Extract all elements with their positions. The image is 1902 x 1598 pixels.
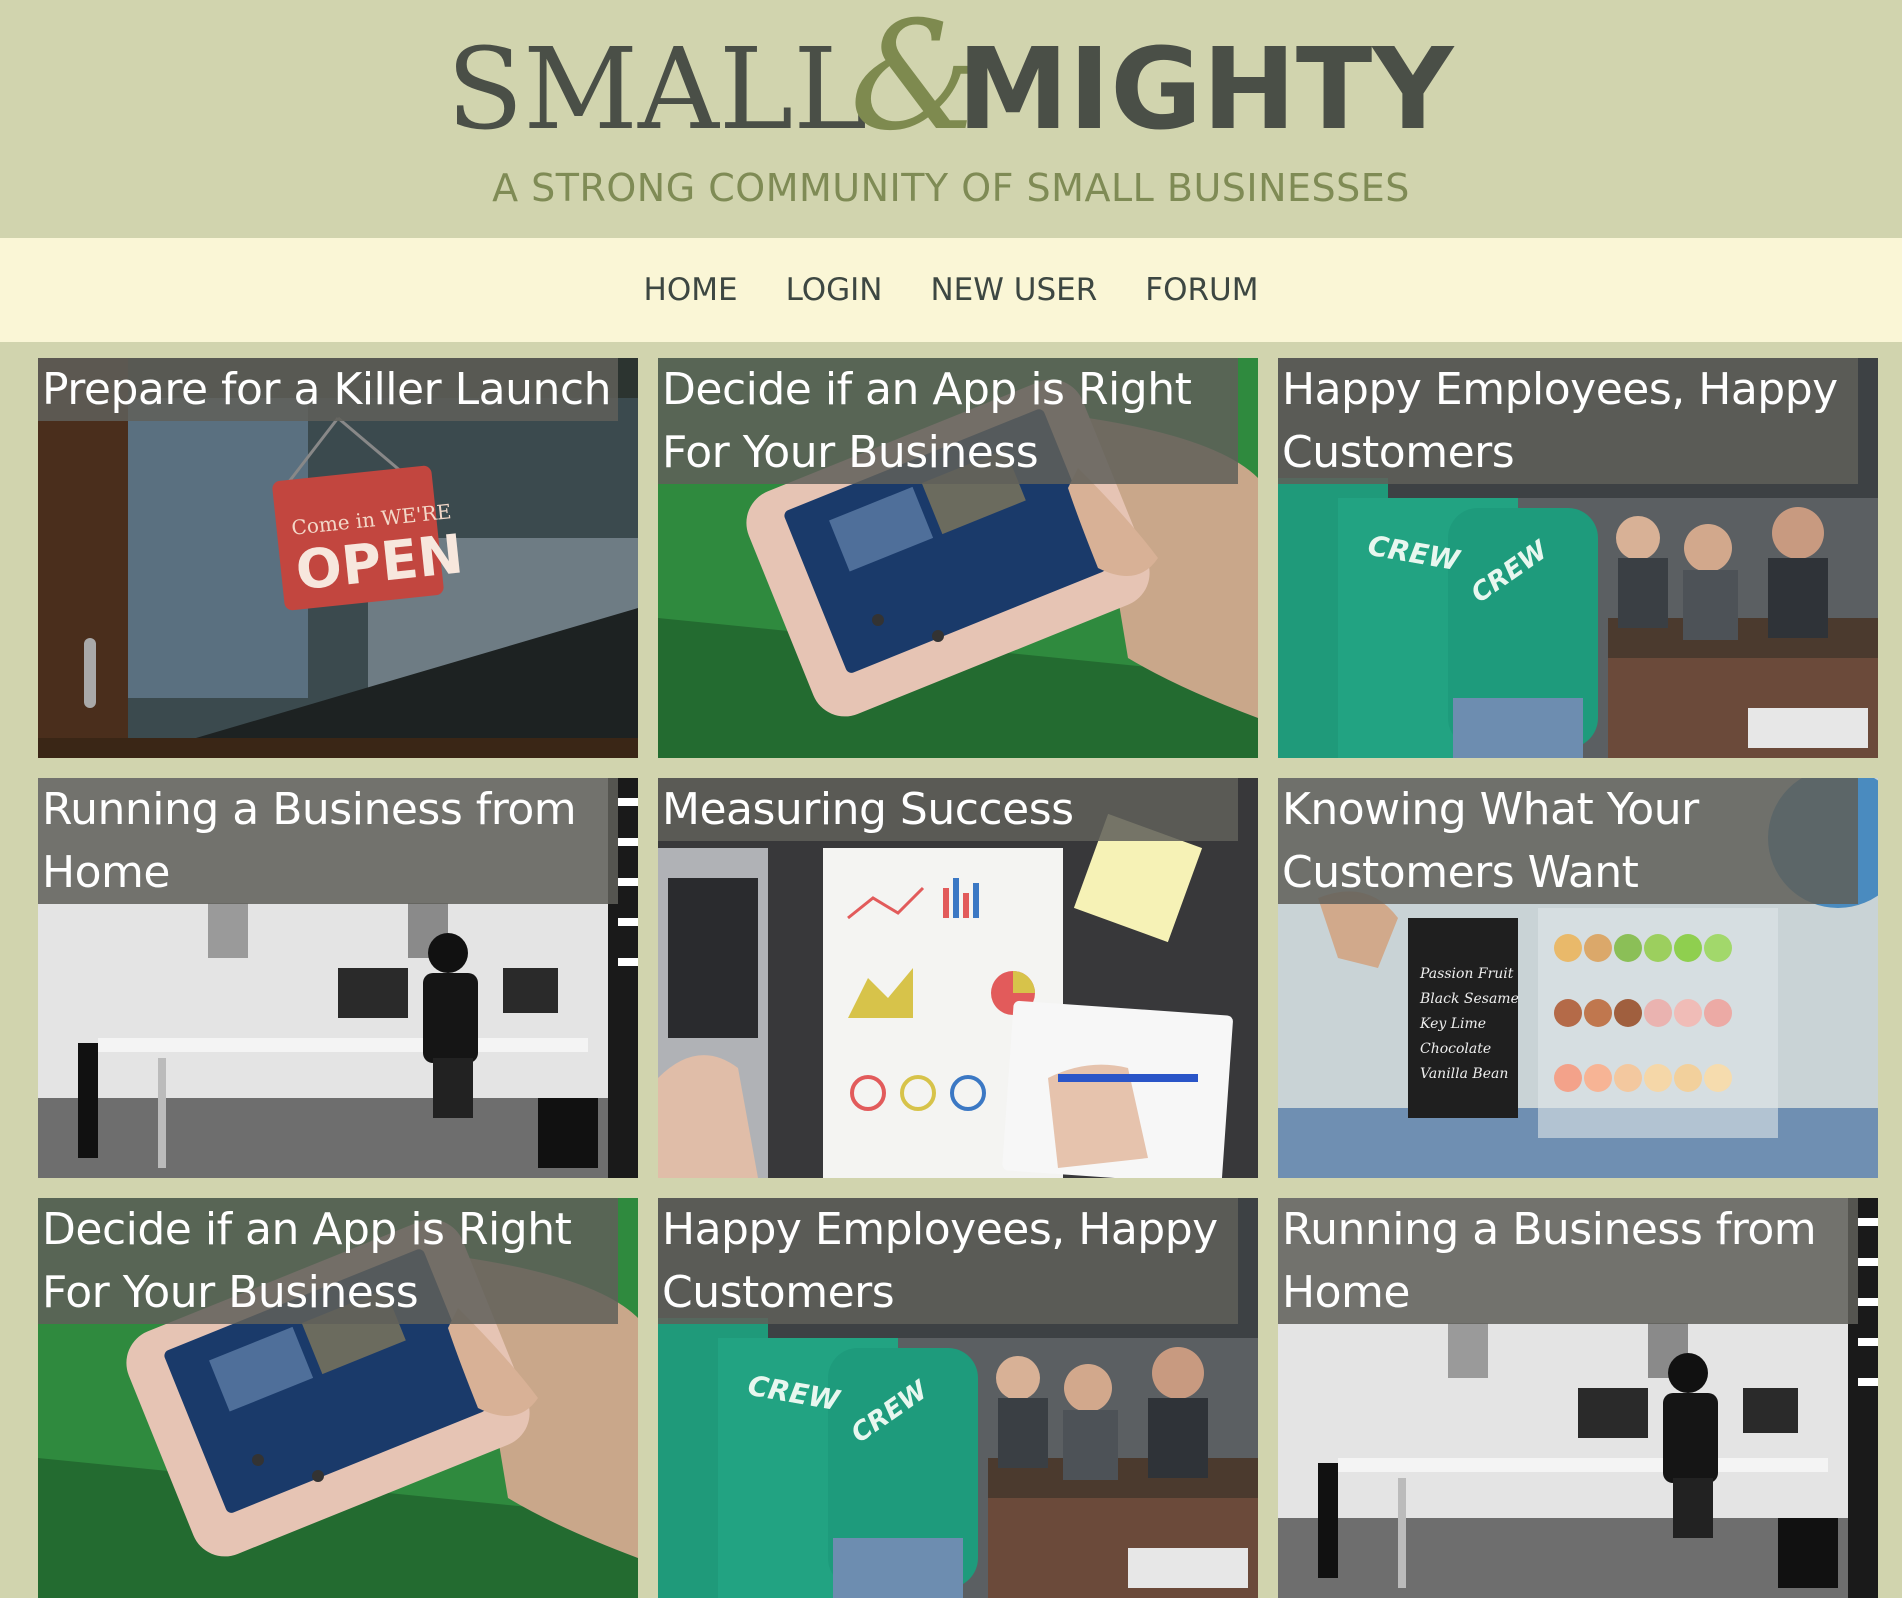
nav-login[interactable]: LOGIN (786, 272, 883, 308)
nav-new-user[interactable]: NEW USER (930, 272, 1097, 308)
article-title[interactable]: Knowing What Your Customers Want (1278, 778, 1858, 904)
article-title[interactable]: Measuring Success (658, 778, 1238, 841)
logo-word-mighty: MIGHTY (957, 25, 1455, 155)
svg-text:Key Lime: Key Lime (1419, 1016, 1486, 1032)
svg-text:Chocolate: Chocolate (1420, 1041, 1491, 1057)
nav-home[interactable]: HOME (644, 272, 738, 308)
logo-wordmark: SMALL&MIGHTY (447, 0, 1456, 164)
article-card[interactable]: Decide if an App is Right For Your Busin… (658, 358, 1258, 758)
svg-text:Passion Fruit: Passion Fruit (1419, 966, 1514, 982)
article-card[interactable]: CREW CREW Happy Employees, Happy Custome… (1278, 358, 1878, 758)
article-title[interactable]: Running a Business from Home (1278, 1198, 1858, 1324)
logo-word-small: SMALL (447, 25, 868, 155)
site-tagline: A STRONG COMMUNITY OF SMALL BUSINESSES (492, 166, 1410, 210)
article-title[interactable]: Happy Employees, Happy Customers (658, 1198, 1238, 1324)
article-card[interactable]: Come in WE'RE OPEN Prepare for a Killer … (38, 358, 638, 758)
svg-text:Vanilla Bean: Vanilla Bean (1420, 1066, 1508, 1082)
site-header: SMALL&MIGHTY A STRONG COMMUNITY OF SMALL… (0, 0, 1902, 238)
article-grid: Come in WE'RE OPEN Prepare for a Killer … (38, 358, 1878, 1598)
svg-text:Black Sesame: Black Sesame (1419, 991, 1519, 1007)
article-card[interactable]: Measuring Success (658, 778, 1258, 1178)
article-title[interactable]: Decide if an App is Right For Your Busin… (38, 1198, 618, 1324)
article-title[interactable]: Decide if an App is Right For Your Busin… (658, 358, 1238, 484)
article-title[interactable]: Happy Employees, Happy Customers (1278, 358, 1858, 484)
article-card[interactable]: Running a Business from Home (38, 778, 638, 1178)
article-card[interactable]: CREW CREW Happy Employees, Happy Custome… (658, 1198, 1258, 1598)
main-nav: HOME LOGIN NEW USER FORUM (0, 238, 1902, 342)
article-card[interactable]: Decide if an App is Right For Your Busin… (38, 1198, 638, 1598)
article-title[interactable]: Prepare for a Killer Launch (38, 358, 618, 421)
article-card[interactable]: Passion Fruit Black Sesame Key Lime Choc… (1278, 778, 1878, 1178)
site-logo[interactable]: SMALL&MIGHTY (0, 0, 1902, 170)
article-title[interactable]: Running a Business from Home (38, 778, 618, 904)
small-and-mighty-logo: SMALL&MIGHTY (447, 0, 1456, 164)
article-card[interactable]: Running a Business from Home (1278, 1198, 1878, 1598)
nav-forum[interactable]: FORUM (1145, 272, 1258, 308)
